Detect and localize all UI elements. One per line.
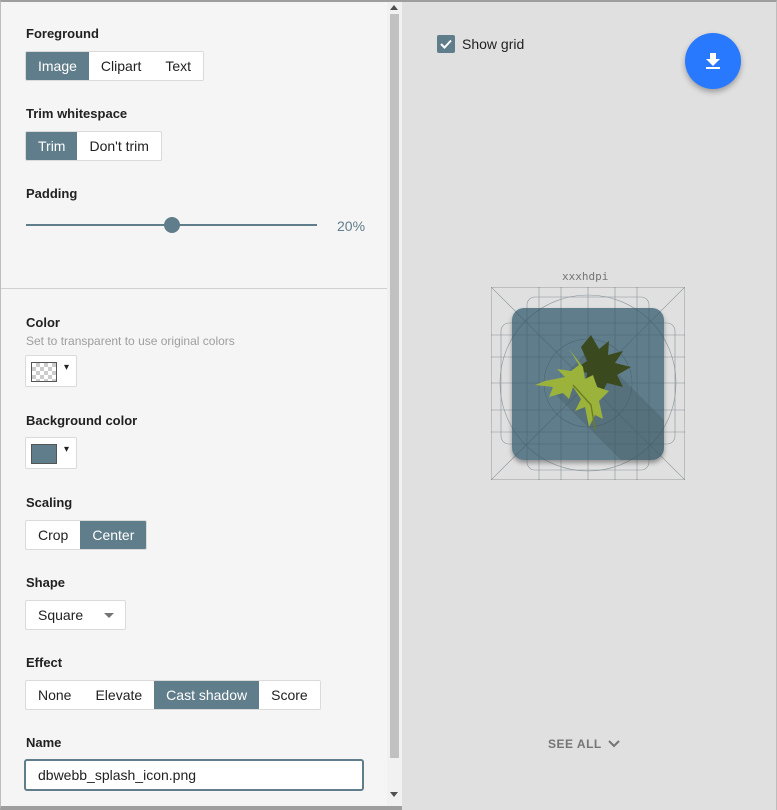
scroll-up-arrow-icon[interactable]	[390, 5, 398, 10]
see-all-button[interactable]: SEE ALL	[548, 737, 620, 751]
effect-option-elevate[interactable]: Elevate	[83, 681, 154, 709]
trim-option-trim[interactable]: Trim	[26, 132, 78, 160]
background-color-picker-button[interactable]: ▾	[25, 437, 77, 469]
name-input[interactable]	[24, 759, 364, 791]
effect-option-score[interactable]: Score	[259, 681, 320, 709]
background-color-label: Background color	[26, 413, 138, 428]
section-divider	[1, 288, 387, 289]
scroll-down-arrow-icon[interactable]	[390, 792, 398, 797]
foreground-option-image[interactable]: Image	[26, 52, 89, 80]
trim-label: Trim whitespace	[26, 106, 128, 121]
icon-preview	[491, 287, 685, 480]
foreground-option-clipart[interactable]: Clipart	[89, 52, 153, 80]
effect-option-cast-shadow[interactable]: Cast shadow	[154, 681, 260, 709]
download-icon	[706, 53, 720, 69]
shape-select-value: Square	[38, 607, 84, 623]
color-label: Color	[26, 315, 60, 330]
scaling-option-crop[interactable]: Crop	[26, 521, 80, 549]
dropdown-arrow-icon: ▾	[64, 362, 70, 373]
color-picker-button[interactable]: ▾	[25, 355, 77, 387]
check-icon	[440, 39, 452, 49]
name-label: Name	[26, 735, 62, 750]
scaling-label: Scaling	[26, 495, 73, 510]
padding-label: Padding	[26, 186, 78, 201]
caret-down-icon	[104, 613, 114, 618]
scaling-option-center[interactable]: Center	[80, 521, 147, 549]
dropdown-arrow-icon: ▾	[64, 444, 70, 455]
chevron-down-icon	[608, 740, 620, 748]
effect-option-none[interactable]: None	[26, 681, 83, 709]
scroll-thumb[interactable]	[390, 14, 399, 758]
color-hint: Set to transparent to use original color…	[26, 334, 235, 348]
foreground-option-text[interactable]: Text	[153, 52, 203, 80]
background-color-swatch	[31, 444, 57, 464]
foreground-toggle-group: Image Clipart Text	[25, 51, 205, 81]
shape-label: Shape	[26, 575, 66, 590]
transparent-swatch	[31, 362, 57, 382]
density-label: xxxhdpi	[562, 270, 609, 283]
scaling-toggle-group: Crop Center	[25, 520, 148, 550]
padding-slider-handle[interactable]	[164, 217, 180, 233]
trim-option-dont-trim[interactable]: Don't trim	[77, 132, 160, 160]
trim-toggle-group: Trim Don't trim	[25, 131, 162, 161]
effect-toggle-group: None Elevate Cast shadow Score	[25, 680, 321, 710]
show-grid-label[interactable]: Show grid	[462, 36, 524, 52]
download-button[interactable]	[685, 33, 741, 89]
settings-scrollbar[interactable]	[387, 2, 402, 806]
shape-select[interactable]: Square	[25, 600, 126, 630]
show-grid-checkbox[interactable]	[437, 35, 455, 53]
effect-label: Effect	[26, 655, 63, 670]
foreground-label: Foreground	[26, 26, 99, 41]
see-all-label: SEE ALL	[548, 737, 602, 751]
padding-value: 20%	[337, 218, 366, 234]
